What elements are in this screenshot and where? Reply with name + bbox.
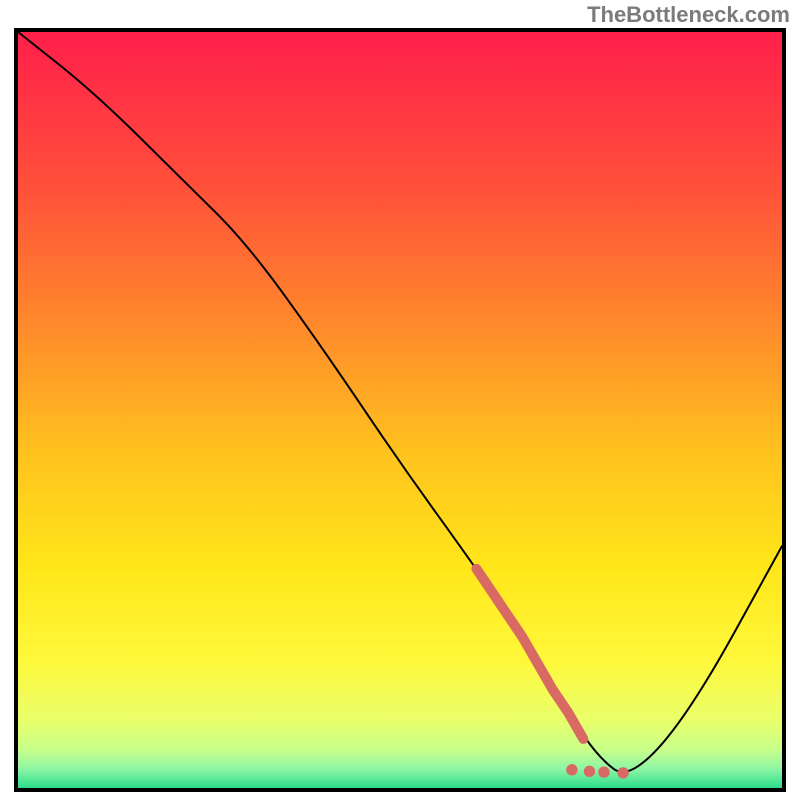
attribution-label: TheBottleneck.com (587, 2, 790, 28)
highlight-dots (476, 569, 628, 779)
bottleneck-curve (18, 32, 782, 772)
plot-svg (18, 32, 782, 788)
plot-area (14, 28, 786, 792)
chart-container: TheBottleneck.com (0, 0, 800, 800)
